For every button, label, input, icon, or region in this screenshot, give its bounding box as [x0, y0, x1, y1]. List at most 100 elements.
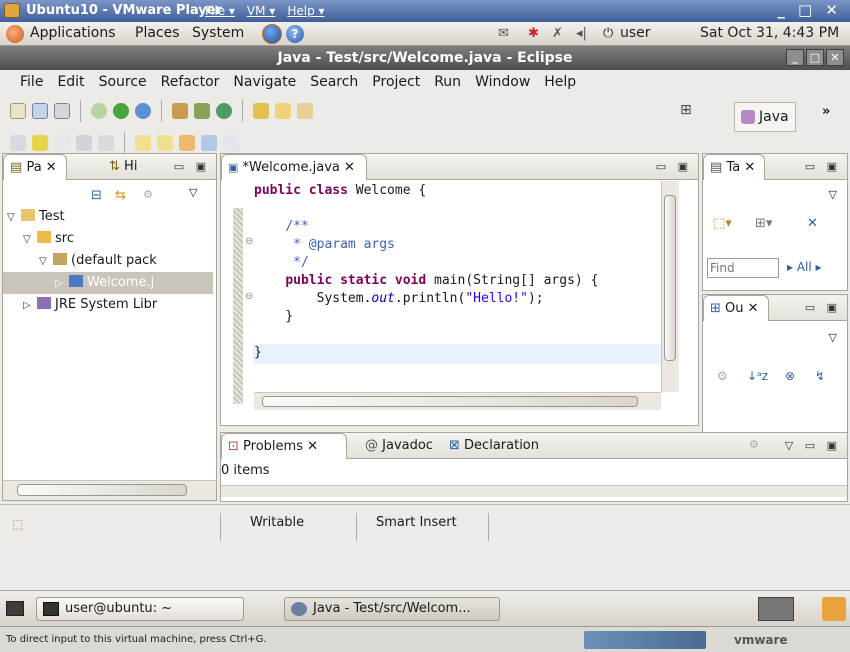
open-resource-icon[interactable] [275, 103, 291, 119]
code-area[interactable]: public class Welcome { /** * @param args… [254, 182, 662, 392]
view-menu-icon[interactable]: ▽ [189, 186, 197, 199]
filter-icon[interactable]: ✕ [807, 216, 818, 231]
pkg-horizontal-scrollbar[interactable] [3, 480, 216, 500]
find-input[interactable] [707, 258, 779, 278]
expand-twisty-icon[interactable]: ▽ [39, 251, 53, 272]
ubuntu-apps-icon[interactable] [6, 25, 24, 43]
network-icon[interactable]: ✗ [552, 26, 563, 41]
vmware-menu-help[interactable]: Help ▾ [287, 4, 324, 18]
tab-package-explorer[interactable]: ▤ Pa ✕ [3, 154, 67, 180]
code-line[interactable]: * @param args [254, 236, 395, 254]
tree-item-test[interactable]: ▽ Test [7, 206, 211, 228]
close-button[interactable]: ✕ [826, 49, 844, 66]
tab-welcome-java[interactable]: ▣ *Welcome.java ✕ [221, 154, 367, 180]
debug-icon[interactable] [91, 103, 107, 119]
mark-occurrences-icon[interactable] [32, 135, 48, 151]
device-icons[interactable] [584, 631, 706, 649]
toggle-block-icon[interactable] [54, 135, 70, 151]
taskbar-eclipse[interactable]: Java - Test/src/Welcom... [284, 597, 500, 621]
menu-help[interactable]: Help [544, 74, 576, 90]
menu-source[interactable]: Source [99, 74, 147, 90]
view-filter-icon[interactable]: ⚙ [143, 188, 153, 201]
menu-edit[interactable]: Edit [57, 74, 84, 90]
collapse-all-icon[interactable]: ⊟ [91, 188, 102, 203]
forward-icon[interactable] [223, 135, 239, 151]
pilcrow-icon[interactable] [98, 135, 114, 151]
show-whitespace-icon[interactable] [76, 135, 92, 151]
view-menu-icon[interactable]: ▽ [829, 331, 837, 344]
categorize-icon[interactable]: ⊞▾ [755, 216, 772, 231]
tasks-minmax-icon[interactable]: ▭ ▣ [805, 160, 841, 173]
menu-places[interactable]: Places [135, 25, 180, 41]
expand-twisty-icon[interactable]: ▽ [23, 229, 37, 250]
firefox-icon[interactable] [262, 24, 282, 44]
external-tools-icon[interactable] [135, 103, 151, 119]
print-icon[interactable] [54, 103, 70, 119]
tab-task-list[interactable]: ▤ Ta ✕ [703, 154, 765, 180]
code-line[interactable]: */ [254, 254, 309, 272]
vmware-menu-vm[interactable]: VM ▾ [247, 4, 275, 18]
more-perspectives[interactable]: » [822, 104, 830, 119]
hide-non-public-icon[interactable]: ↯ [815, 369, 825, 383]
tree-item-welcome-java[interactable]: ▷ Welcome.j [3, 272, 213, 294]
all-categories-link[interactable]: ▸ All ▸ [787, 260, 822, 274]
new-package-icon[interactable] [194, 103, 210, 119]
tree-item-default-package[interactable]: ▽ (default pack [39, 250, 211, 272]
java-perspective-button[interactable]: Java [734, 102, 796, 132]
tab-javadoc[interactable]: @ Javadoc [359, 433, 439, 459]
filter-icon[interactable]: ⚙ [749, 438, 759, 451]
maximize-button[interactable]: □ [806, 49, 824, 66]
new-icon[interactable] [10, 103, 26, 119]
mail-icon[interactable]: ✉ [498, 26, 509, 41]
fast-view-icon[interactable]: ⬚ [12, 517, 23, 531]
problems-scrollbar[interactable] [221, 485, 847, 497]
workspace-switcher[interactable] [758, 597, 794, 621]
fold-icon[interactable]: ⊖ [245, 291, 253, 302]
tab-outline[interactable]: ⊞ Ou ✕ [703, 295, 769, 321]
pkg-minmax-icon[interactable]: ▭ ▣ [174, 160, 210, 173]
view-menu-icon[interactable]: ▽ [829, 188, 837, 201]
code-line[interactable]: } [254, 308, 293, 326]
vmware-menu-file[interactable]: File ▾ [205, 4, 235, 18]
power-icon[interactable]: ⏻ [603, 26, 613, 41]
editor-hscroll-thumb[interactable] [262, 396, 638, 407]
sort-icon[interactable]: ↓ᵃz [747, 369, 768, 383]
new-project-icon[interactable] [172, 103, 188, 119]
save-icon[interactable] [32, 103, 48, 119]
taskbar-terminal[interactable]: user@ubuntu: ~ [36, 597, 244, 621]
back-icon[interactable] [201, 135, 217, 151]
show-desktop-icon[interactable] [6, 601, 24, 616]
link-editor-icon[interactable]: ⇆ [115, 188, 126, 203]
editor-minmax-icon[interactable]: ▭ ▣ [656, 160, 692, 173]
menu-file[interactable]: File [20, 74, 43, 90]
pkg-scroll-thumb[interactable] [17, 484, 187, 496]
run-icon[interactable] [113, 103, 129, 119]
help-icon[interactable]: ? [286, 25, 304, 43]
hide-fields-icon[interactable]: ⚙ [717, 369, 728, 383]
editor-vertical-scrollbar[interactable] [661, 181, 679, 392]
menu-window[interactable]: Window [475, 74, 530, 90]
tree-item-src[interactable]: ▽ src [23, 228, 211, 250]
trash-icon[interactable] [822, 597, 846, 621]
open-type-icon[interactable] [253, 103, 269, 119]
menu-search[interactable]: Search [310, 74, 358, 90]
prev-annotation-icon[interactable] [157, 135, 173, 151]
tab-declaration[interactable]: ⊠ Declaration [443, 433, 545, 459]
editor-horizontal-scrollbar[interactable] [254, 392, 661, 410]
menu-system[interactable]: System [192, 25, 244, 41]
code-line[interactable]: System.out.println("Hello!"); [254, 290, 544, 308]
volume-icon[interactable]: ◂| [576, 26, 587, 41]
user-name[interactable]: user [620, 25, 651, 41]
hide-static-icon[interactable]: ⊗ [785, 369, 795, 383]
new-task-icon[interactable]: ⬚▾ [713, 216, 732, 231]
menu-project[interactable]: Project [372, 74, 420, 90]
code-line[interactable]: public class Welcome { [254, 182, 426, 200]
problems-minmax-icon[interactable]: ▽ ▭ ▣ [785, 439, 841, 452]
menu-refactor[interactable]: Refactor [161, 74, 220, 90]
open-perspective-icon[interactable]: ⊞ [680, 102, 692, 118]
new-class-icon[interactable] [216, 103, 232, 119]
menu-navigate[interactable]: Navigate [233, 74, 296, 90]
collapse-twisty-icon[interactable]: ▷ [23, 295, 37, 316]
vmware-window-controls[interactable]: _ □ ✕ [777, 1, 842, 19]
update-icon[interactable]: ✱ [528, 26, 539, 41]
